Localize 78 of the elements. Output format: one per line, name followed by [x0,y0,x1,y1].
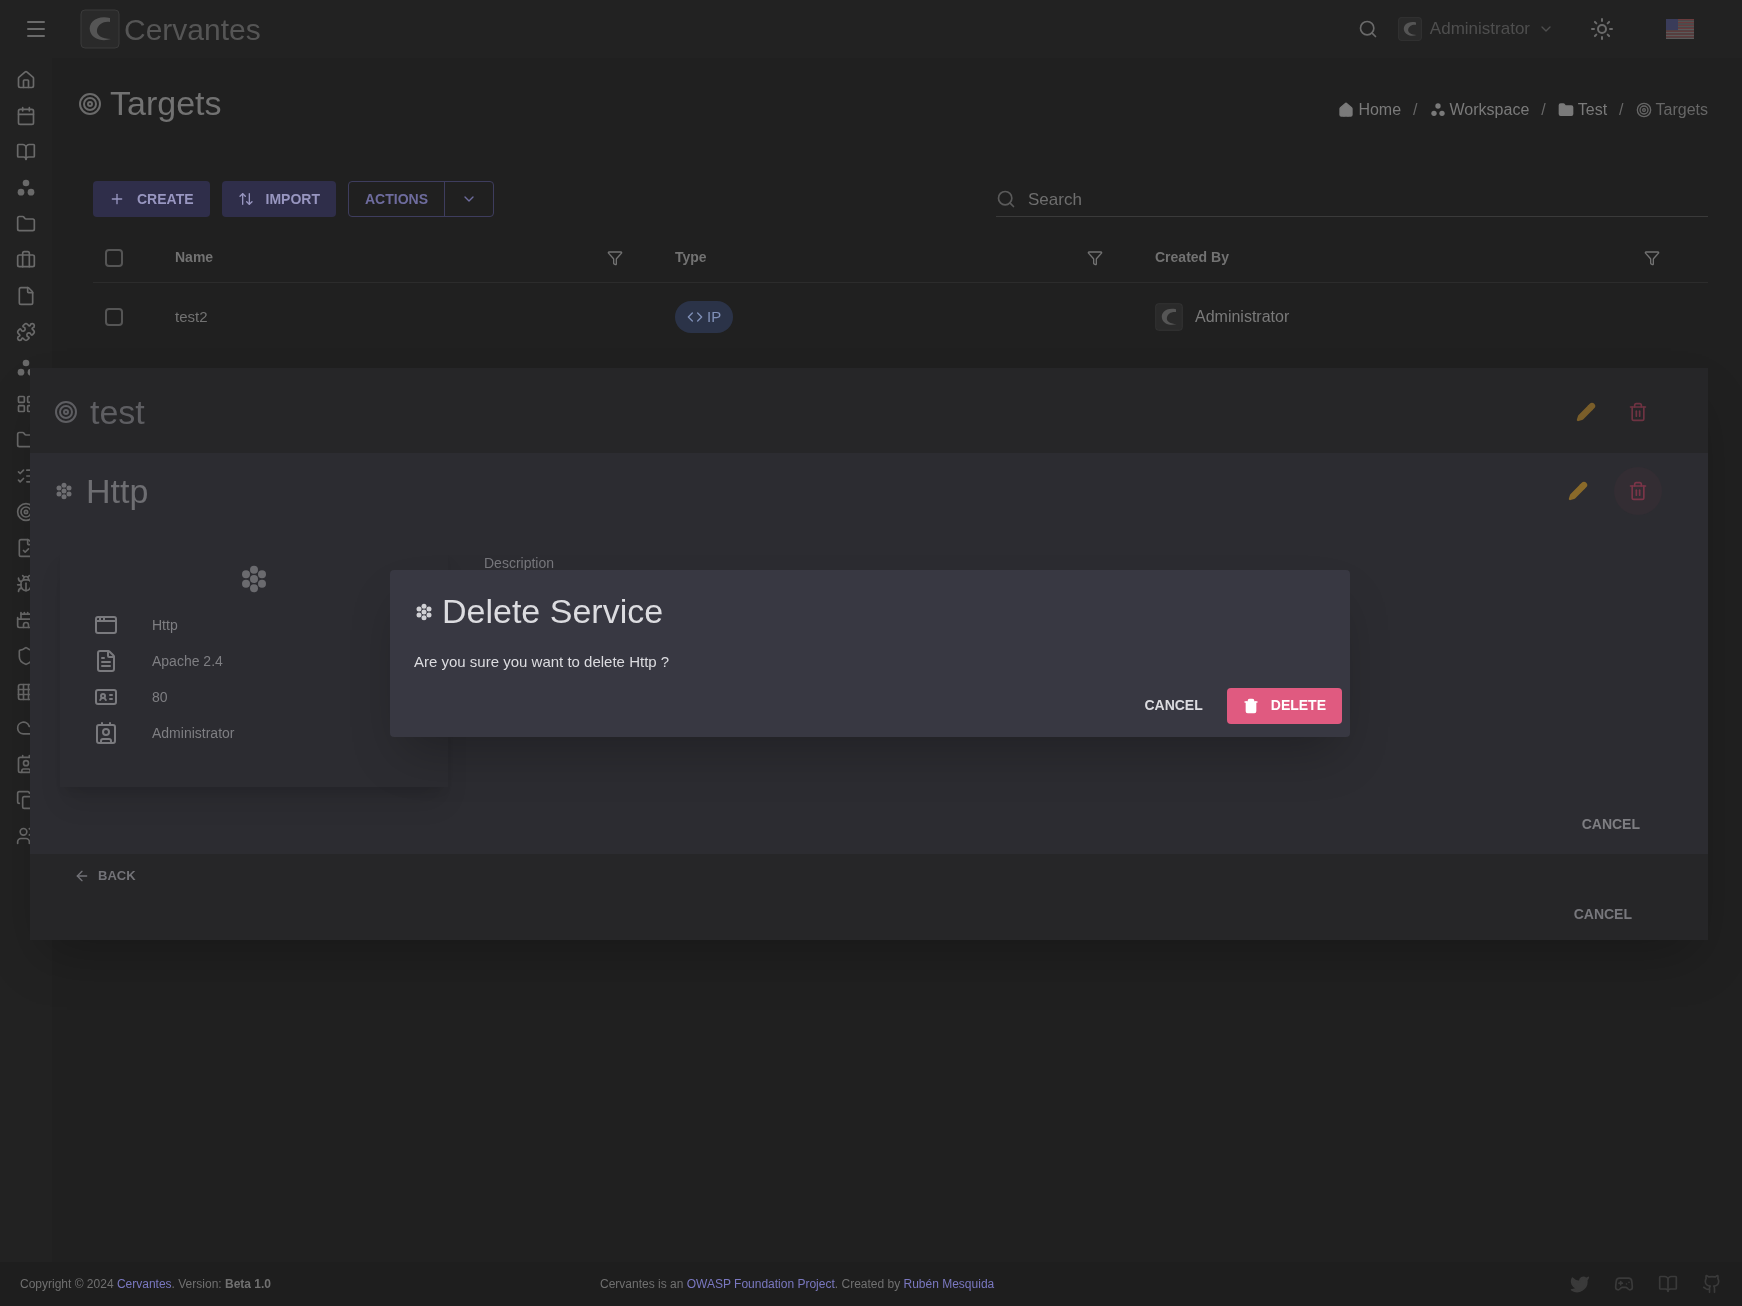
search-icon [996,189,1016,210]
detail-text: Http [152,615,178,635]
document-icon [94,649,118,673]
table-cell-text: Administrator [1195,307,1290,327]
breadcrumb-link[interactable]: Test [1557,97,1608,122]
breadcrumb-separator: / [1619,99,1624,120]
trash-icon [1242,697,1259,714]
nav-icon[interactable] [16,142,36,162]
breadcrumb-link[interactable]: Home [1338,97,1402,122]
edit-icon[interactable] [1576,402,1596,422]
nav-icon[interactable] [16,214,36,234]
cancel-button[interactable]: CANCEL [1132,687,1215,724]
window-icon [94,613,118,637]
cancel-button[interactable]: CANCEL [1565,806,1656,842]
cervantes-link[interactable]: Cervantes [116,1277,172,1291]
contact-card-icon [94,721,118,745]
code-icon [687,309,703,325]
nav-icon[interactable] [16,70,36,90]
filter-icon[interactable] [607,249,623,266]
owasp-link[interactable]: OWASP Foundation Project [686,1277,835,1291]
detail-text: Apache 2.4 [152,651,223,671]
breadcrumb-separator: / [1541,99,1546,120]
nav-icon[interactable] [16,286,36,306]
author-link[interactable]: Rubén Mesquida [903,1277,995,1291]
service-icon [54,481,74,501]
breadcrumb-link[interactable]: Workspace [1429,97,1530,122]
cancel-button[interactable]: CANCEL [1557,896,1648,932]
back-arrow-icon [74,868,90,884]
nav-icon[interactable] [16,106,36,126]
dialog-title: Delete Service [442,591,664,632]
create-button[interactable]: CREATE [93,181,210,217]
search-icon[interactable] [1357,19,1378,39]
home-icon [1338,101,1355,118]
select-all-checkbox[interactable] [105,248,123,267]
filter-icon[interactable] [1644,249,1660,266]
delete-icon[interactable] [1628,402,1648,422]
breadcrumb-separator: / [1413,99,1418,120]
logo-icon [80,9,120,49]
about-text: Cervantes is an OWASP Foundation Project. Created by Rubén Mesquida [600,1276,995,1293]
dialog-title: Http [86,470,149,512]
target-icon [54,400,78,424]
service-icon [414,601,434,622]
import-button[interactable]: IMPORT [221,181,336,217]
table-cell-text: test2 [175,306,209,327]
filter-icon[interactable] [1087,249,1103,266]
column-header[interactable]: Created By [1155,247,1644,268]
workspace-icon [1429,101,1446,118]
dialog-title: test [90,391,145,433]
flag-icon[interactable] [1666,19,1694,39]
nav-icon [16,178,36,198]
type-chip: IP [675,301,734,333]
folder-icon [1557,101,1574,118]
delete-icon-button[interactable] [1614,467,1662,515]
target-icon [1635,101,1652,118]
description-label: Description [484,554,555,573]
column-header[interactable]: Name [175,247,607,268]
delete-icon [1628,481,1648,501]
confirm-message: Are you sure you want to delete Http ? [414,652,671,672]
actions-split-button[interactable]: ACTIONS [348,181,494,217]
nav-icon[interactable] [16,250,36,270]
detail-text: Administrator [152,723,235,743]
theme-icon[interactable] [1590,17,1614,41]
copyright-text: Copyright © 2024 Cervantes. Version: Beta 1.0 [20,1276,272,1293]
page-title: Targets [110,83,222,124]
row-checkbox[interactable] [105,308,123,326]
breadcrumb-link[interactable]: Targets [1635,97,1708,122]
edit-icon[interactable] [1568,481,1588,501]
nav-icon[interactable] [16,322,36,342]
delete-button[interactable]: DELETE [1226,687,1342,724]
sort-arrows-icon [237,191,254,207]
logo-icon [1397,17,1422,41]
column-header[interactable]: Type [675,247,1087,268]
target-icon [78,91,102,116]
search-field[interactable]: Search [1028,186,1708,212]
logo-icon [1155,303,1183,331]
plus-icon [109,191,125,207]
back-button[interactable]: BACK [62,858,148,894]
detail-text: 80 [152,687,168,707]
